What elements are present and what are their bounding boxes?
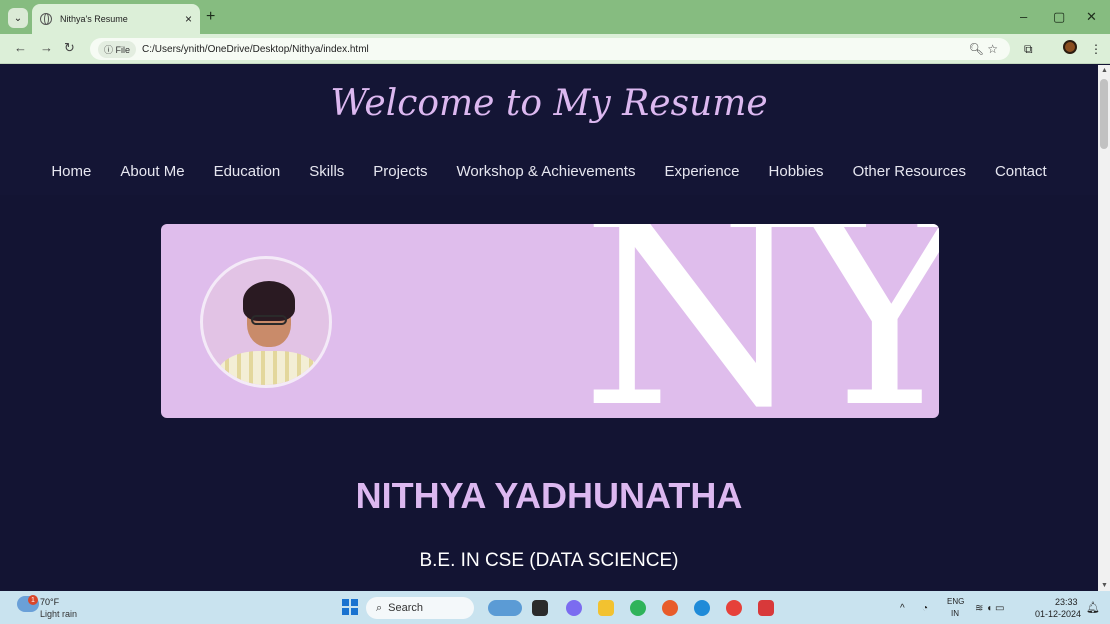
tray-chevron-icon[interactable]: ^ <box>900 603 905 614</box>
chrome-icon[interactable] <box>726 600 742 616</box>
widgets-icon[interactable] <box>488 600 522 616</box>
menu-dots-icon[interactable]: ⋮ <box>1090 42 1102 56</box>
tab-title: Nithya's Resume <box>60 14 128 24</box>
nav-projects[interactable]: Projects <box>373 163 427 180</box>
main-nav: Home About Me Education Skills Projects … <box>0 163 1098 180</box>
scrollbar-thumb[interactable] <box>1100 79 1108 149</box>
whatsapp-icon[interactable] <box>630 600 646 616</box>
taskbar-search-label: Search <box>388 602 424 614</box>
nav-hobbies[interactable]: Hobbies <box>769 163 824 180</box>
scroll-up-icon[interactable]: ▲ <box>1101 67 1108 74</box>
back-arrow-icon[interactable]: ← <box>14 40 27 55</box>
nav-about-me[interactable]: About Me <box>120 163 184 180</box>
weather-badge: 1 <box>28 595 38 605</box>
nav-workshop-achievements[interactable]: Workshop & Achievements <box>456 163 635 180</box>
profile-avatar-icon[interactable] <box>1063 40 1077 54</box>
nav-other-resources[interactable]: Other Resources <box>853 163 966 180</box>
nav-contact[interactable]: Contact <box>995 163 1047 180</box>
profile-photo <box>200 256 332 388</box>
region-indicator[interactable]: IN <box>951 609 959 618</box>
extensions-icon[interactable]: ⧉ <box>1024 42 1033 57</box>
monogram-letters: NY <box>581 224 939 418</box>
notification-bell-icon[interactable]: 🔔︎ <box>1086 601 1100 614</box>
url-text[interactable]: C:/Users/ynith/OneDrive/Desktop/Nithya/i… <box>142 44 369 55</box>
site-header: Welcome to My Resume Home About Me Educa… <box>0 65 1098 195</box>
clock-date[interactable]: 01-12-2024 <box>1035 609 1081 619</box>
edge-icon[interactable] <box>694 600 710 616</box>
search-icon: ⌕ <box>376 601 383 614</box>
new-tab-button[interactable]: + <box>206 8 215 26</box>
restore-button[interactable]: ▢ <box>1053 9 1065 25</box>
windows-start-icon[interactable] <box>342 599 358 615</box>
clock-time[interactable]: 23:33 <box>1055 597 1078 607</box>
page-scrollbar[interactable]: ▲ ▼ <box>1098 65 1110 591</box>
wifi-volume-battery-icons[interactable]: ≋ ◖ ▭ <box>975 603 1004 614</box>
weather-description[interactable]: Light rain <box>40 609 77 619</box>
tray-app-icon[interactable]: ◔ <box>922 603 928 614</box>
task-view-icon[interactable] <box>532 600 548 616</box>
address-toolbar: ← → ↻ ⓘ File C:/Users/ynith/OneDrive/Des… <box>0 34 1110 64</box>
zoom-and-star-icons[interactable]: 🔍︎ ☆ <box>969 42 998 56</box>
browser-tabbar: ⌄ Nithya's Resume × + – ▢ ✕ <box>0 0 1110 34</box>
forward-arrow-icon[interactable]: → <box>40 40 53 55</box>
nav-skills[interactable]: Skills <box>309 163 344 180</box>
page-viewport: Welcome to My Resume Home About Me Educa… <box>0 65 1098 591</box>
nav-home[interactable]: Home <box>51 163 91 180</box>
degree-subtitle: B.E. IN CSE (DATA SCIENCE) <box>419 550 679 571</box>
nav-experience[interactable]: Experience <box>664 163 739 180</box>
reload-icon[interactable]: ↻ <box>64 40 75 56</box>
globe-icon <box>40 13 52 25</box>
site-info-chip[interactable]: ⓘ File <box>98 40 137 58</box>
taskbar-search[interactable]: ⌕ Search <box>366 597 474 619</box>
app-icon[interactable] <box>662 600 678 616</box>
site-title: Welcome to My Resume <box>330 83 768 124</box>
wps-office-icon[interactable] <box>758 600 774 616</box>
minimize-button[interactable]: – <box>1020 9 1027 24</box>
weather-temperature[interactable]: 70°F <box>40 597 59 607</box>
address-bar[interactable]: ⓘ File C:/Users/ynith/OneDrive/Desktop/N… <box>90 38 1010 60</box>
nav-education[interactable]: Education <box>214 163 281 180</box>
close-window-button[interactable]: ✕ <box>1086 9 1097 25</box>
tab-close-button[interactable]: × <box>185 12 192 26</box>
tab-active[interactable]: Nithya's Resume × <box>32 4 200 34</box>
scroll-down-icon[interactable]: ▼ <box>1101 582 1108 589</box>
taskbar <box>0 591 1110 624</box>
profile-banner: NY <box>161 224 939 418</box>
person-name: NITHYA YADHUNATHA <box>355 475 743 516</box>
copilot-icon[interactable] <box>566 600 582 616</box>
tab-search-button[interactable]: ⌄ <box>8 8 28 28</box>
language-indicator[interactable]: ENG <box>947 597 964 606</box>
file-explorer-icon[interactable] <box>598 600 614 616</box>
